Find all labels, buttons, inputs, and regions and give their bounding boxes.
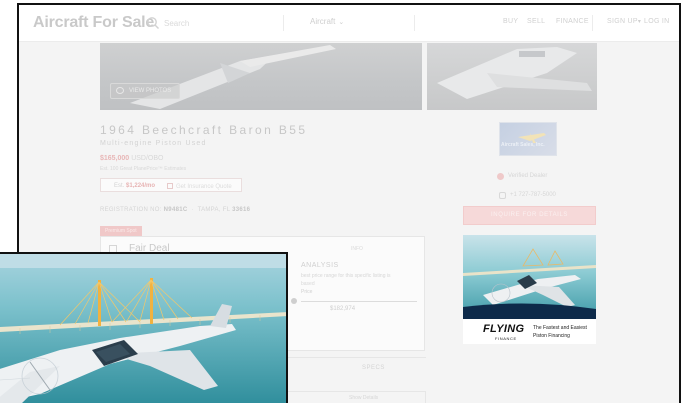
listing-tabs [286, 357, 426, 379]
listing-main-photo[interactable]: VIEW PHOTOS [100, 43, 422, 110]
search-input[interactable] [164, 15, 284, 31]
nav-finance[interactable]: FINANCE [556, 18, 589, 25]
dealer-name: Verified Dealer [508, 173, 548, 179]
view-photos-button[interactable]: VIEW PHOTOS [110, 83, 181, 99]
est-payment-label: Est. [114, 183, 125, 189]
verified-icon [497, 173, 504, 180]
chevron-down-icon: ▾ [637, 19, 642, 25]
site-header: Aircraft For Sale Aircraft⌄ BUY SELL FIN… [19, 5, 679, 42]
estimate-box: Est. $1,224/mo Get Insurance Quote [100, 178, 242, 192]
price-range-marker [291, 298, 297, 304]
tab-specs[interactable]: SPECS [362, 365, 385, 371]
analysis-heading: ANALYSIS [301, 262, 339, 269]
ad-airplane-photo [463, 235, 596, 319]
signup-link[interactable]: SIGN UP▾ [607, 18, 641, 25]
dealer-logo-text: Aircraft Sales, Inc. [501, 142, 545, 148]
insurance-quote-label: Get Insurance Quote [176, 184, 232, 190]
inset-airplane-photo [0, 252, 288, 403]
analysis-text: best price range for this specific listi… [301, 273, 391, 279]
airplane-photo [437, 47, 592, 99]
details-toggle[interactable]: Show Details [349, 395, 378, 401]
price-range-value: $182,974 [330, 306, 356, 312]
ad-brand: FLYING [483, 323, 525, 335]
flying-finance-ad[interactable]: FLYING FINANCE The Fastest and Easiest P… [463, 235, 596, 344]
shield-icon [167, 183, 173, 189]
site-logo[interactable]: Aircraft For Sale [33, 14, 154, 32]
listing-subtitle: Multi-engine Piston Used [100, 140, 207, 147]
deal-info-link[interactable]: INFO [351, 246, 363, 252]
login-link[interactable]: LOG IN [644, 18, 670, 25]
analysis-text-2: based [301, 281, 315, 287]
header-divider [414, 15, 415, 31]
view-photos-label: VIEW PHOTOS [129, 88, 172, 94]
nav-sell[interactable]: SELL [527, 18, 545, 25]
dealer-logo[interactable] [499, 122, 557, 156]
aircraft-menu[interactable]: Aircraft ⌄ [310, 17, 344, 26]
airplane-photo [130, 45, 336, 109]
ad-finance-label: FINANCE [495, 336, 517, 341]
ad-tagline-2: Piston Financing [533, 333, 570, 339]
listing-title: 1964 Beechcraft Baron B55 [100, 123, 308, 137]
airplane-bridge-photo [0, 254, 286, 403]
listing-price: $165,000 USD/OBO [100, 155, 164, 162]
insurance-quote-link[interactable]: Get Insurance Quote [167, 183, 232, 190]
price-note: Est. 100 Great PlanePrice™ Estimates [100, 166, 187, 172]
inquire-button[interactable]: INQUIRE FOR DETAILS [463, 206, 596, 225]
analysis-text-3: Price [301, 289, 313, 295]
ad-tagline-1: The Fastest and Easiest [533, 325, 587, 331]
header-divider [283, 15, 284, 31]
reg-value: N9481C [163, 207, 188, 213]
chevron-down-icon: ⌄ [338, 19, 345, 26]
search-icon[interactable] [146, 16, 160, 30]
camera-icon [116, 87, 124, 94]
est-payment-value: $1,224/mo [126, 183, 156, 189]
location-label: TAMPA, FL [197, 207, 231, 213]
aircraft-menu-label: Aircraft [310, 17, 336, 26]
registration-line: REGISTRATION NO: N9481C · TAMPA, FL 3361… [100, 207, 251, 213]
dealer-phone[interactable]: +1 727-787-5000 [510, 192, 556, 198]
header-divider [592, 15, 593, 31]
reg-label: REGISTRATION NO: [100, 207, 162, 213]
nav-buy[interactable]: BUY [503, 18, 518, 25]
dealer-plane-icon [518, 133, 546, 143]
phone-icon [499, 192, 506, 199]
listing-side-photo[interactable] [427, 43, 597, 110]
signup-label: SIGN UP [607, 18, 638, 25]
location-value: 33616 [232, 207, 251, 213]
est-payment-link[interactable]: Est. $1,224/mo [114, 183, 155, 189]
price-sub: USD/OBO [131, 155, 164, 162]
price-range-bar [301, 301, 417, 302]
premium-badge: Premium Spot [100, 226, 142, 236]
price-value: $165,000 [100, 155, 130, 162]
